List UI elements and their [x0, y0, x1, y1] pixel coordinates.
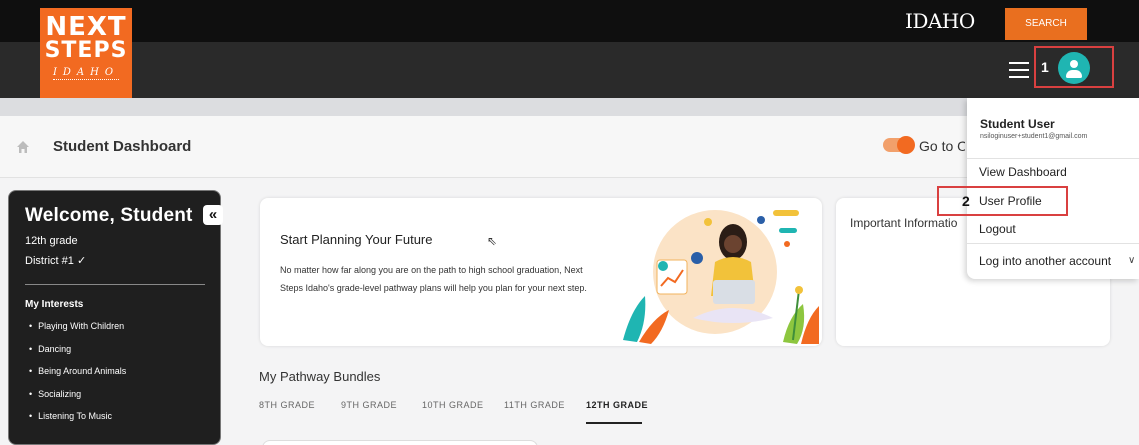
menu-divider [967, 158, 1139, 159]
hamburger-icon[interactable] [1009, 62, 1029, 78]
interest-item: Dancing [29, 344, 126, 367]
annotation-number-1: 1 [1041, 59, 1049, 75]
planning-card-text: No matter how far along you are on the p… [280, 265, 587, 293]
interest-item: Socializing [29, 389, 126, 412]
toggle-label: Go to Or [919, 138, 965, 154]
active-tab-indicator [586, 422, 642, 424]
tab-9th-grade[interactable]: 9TH GRADE [341, 400, 397, 410]
interests-heading: My Interests [25, 299, 84, 310]
logo-line-next: NEXT [45, 12, 127, 42]
planning-card-title: Start Planning Your Future [280, 232, 433, 247]
menu-divider [967, 243, 1139, 244]
menu-item-view-dashboard[interactable]: View Dashboard [979, 165, 1067, 179]
user-avatar-icon[interactable] [1058, 52, 1090, 84]
user-email: nsiloginuser+student1@gmail.com [980, 133, 1088, 140]
idaho-logo[interactable]: IDAHO [905, 9, 975, 33]
next-steps-logo[interactable]: NEXT STEPS IDAHO [40, 8, 132, 98]
grade-label: 12th grade [25, 235, 78, 247]
important-info-title: Important Informatio [850, 216, 958, 230]
mode-toggle[interactable] [883, 136, 915, 154]
user-name: Student User [980, 117, 1055, 131]
tab-8th-grade[interactable]: 8TH GRADE [259, 400, 315, 410]
interest-item: Listening To Music [29, 411, 126, 434]
interests-list: Playing With Children Dancing Being Arou… [29, 321, 126, 434]
sidebar-divider [25, 284, 205, 285]
tab-12th-grade[interactable]: 12TH GRADE [586, 400, 648, 410]
tab-10th-grade[interactable]: 10TH GRADE [422, 400, 484, 410]
search-button[interactable]: SEARCH [1005, 8, 1087, 40]
menu-item-switch-account[interactable]: Log into another account [979, 254, 1111, 268]
menu-item-logout[interactable]: Logout [979, 222, 1016, 236]
annotation-number-2: 2 [962, 193, 970, 209]
chevron-down-icon[interactable]: ∨ [1128, 255, 1135, 266]
district-label: District #1 ✓ [25, 255, 87, 267]
student-illustration [623, 210, 819, 344]
tab-11th-grade[interactable]: 11TH GRADE [504, 400, 565, 410]
interest-item: Being Around Animals [29, 366, 126, 389]
logo-line-steps: STEPS [44, 38, 128, 63]
nav-bar [0, 42, 1139, 98]
home-icon[interactable] [16, 140, 30, 154]
student-sidebar: Welcome, Student « 12th grade District #… [8, 190, 223, 445]
collapse-sidebar-button[interactable]: « [203, 205, 223, 225]
pathway-bundles-heading: My Pathway Bundles [259, 369, 381, 384]
annotation-box-user-profile [937, 186, 1068, 216]
planning-card: Start Planning Your Future No matter how… [260, 198, 822, 346]
mouse-cursor-icon: ⇖ [487, 234, 498, 248]
interest-item: Playing With Children [29, 321, 126, 344]
page-title: Student Dashboard [53, 138, 192, 155]
logo-line-idaho: IDAHO [52, 67, 120, 80]
bundle-card [262, 440, 538, 445]
welcome-heading: Welcome, Student [25, 205, 193, 226]
